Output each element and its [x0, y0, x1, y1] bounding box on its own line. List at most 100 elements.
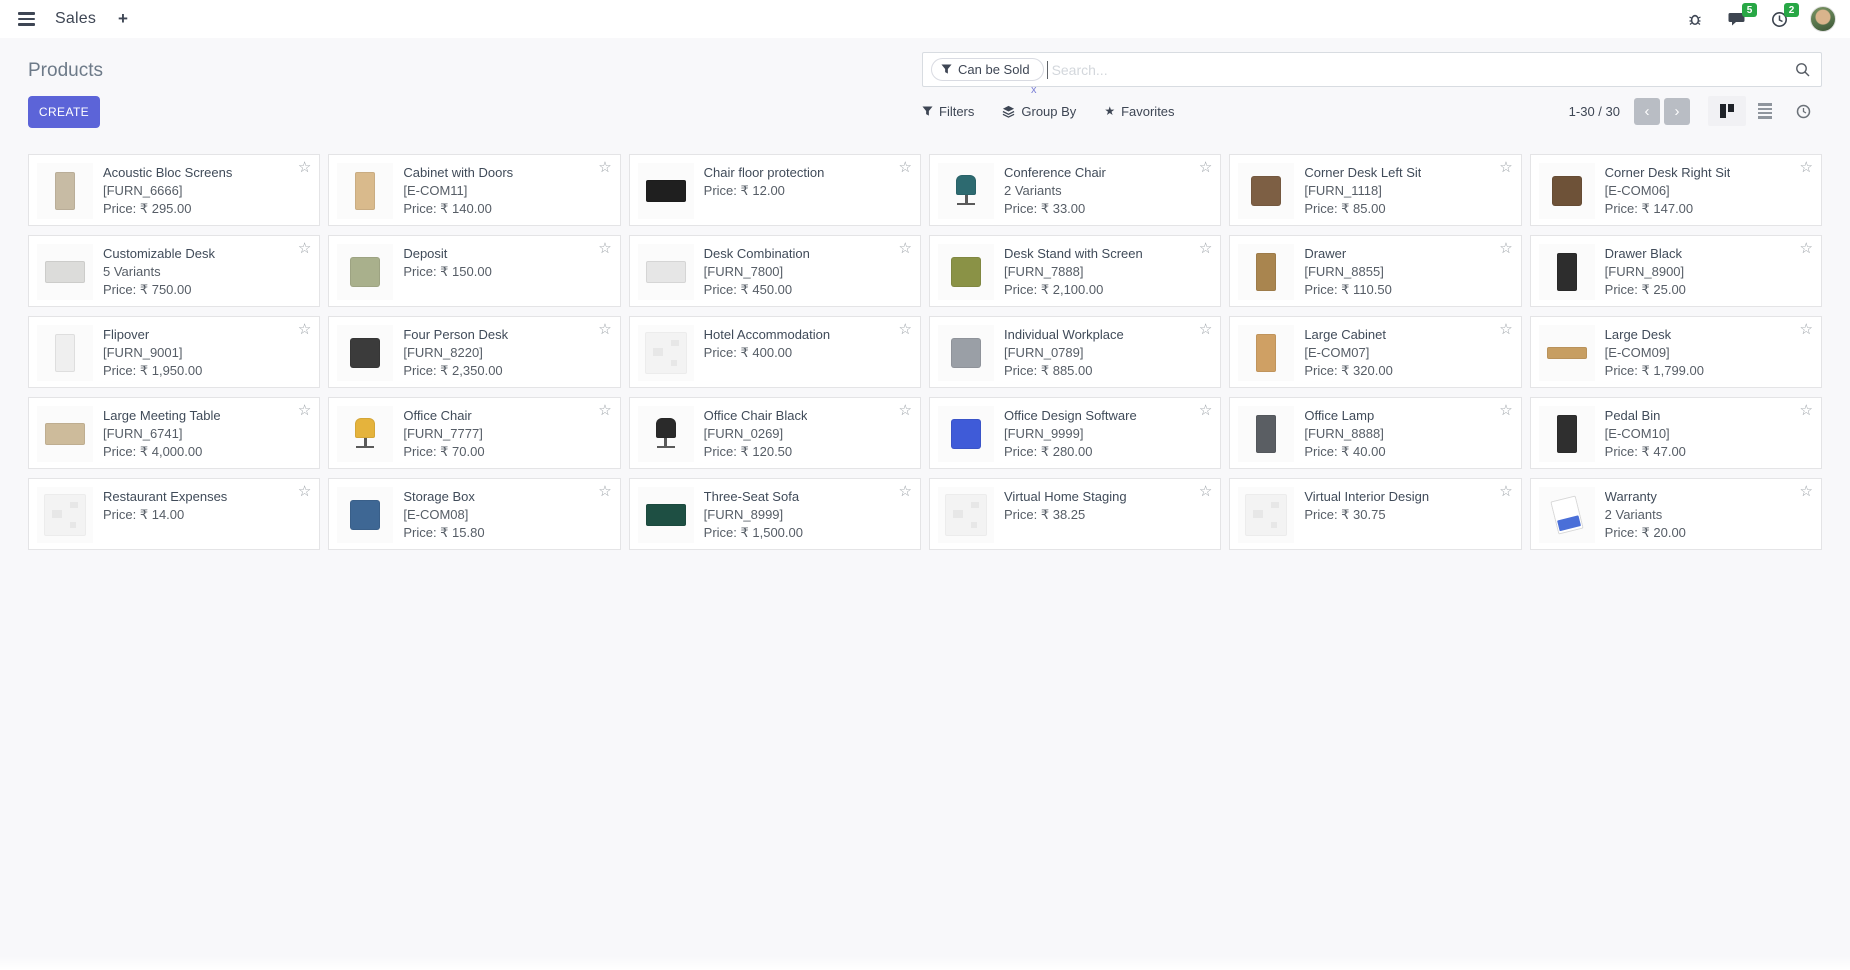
favorite-star-icon[interactable]: ☆ — [899, 484, 912, 499]
favorite-star-icon[interactable]: ☆ — [899, 241, 912, 256]
favorite-star-icon[interactable]: ☆ — [598, 241, 611, 256]
product-name[interactable]: Corner Desk Left Sit — [1304, 165, 1421, 180]
product-card[interactable]: Office Lamp [FURN_8888] Price: ₹ 40.00 ☆ — [1229, 397, 1521, 469]
product-card[interactable]: Four Person Desk [FURN_8220] Price: ₹ 2,… — [328, 316, 620, 388]
favorite-star-icon[interactable]: ☆ — [598, 160, 611, 175]
product-card[interactable]: Office Design Software [FURN_9999] Price… — [929, 397, 1221, 469]
kanban-view-button[interactable] — [1708, 96, 1746, 126]
messages-icon[interactable]: 5 — [1726, 8, 1748, 30]
product-name[interactable]: Office Chair Black — [704, 408, 808, 423]
product-card[interactable]: Hotel Accommodation Price: ₹ 400.00 ☆ — [629, 316, 921, 388]
debug-bug-icon[interactable] — [1684, 8, 1706, 30]
product-name[interactable]: Drawer Black — [1605, 246, 1686, 261]
app-name[interactable]: Sales — [55, 10, 96, 28]
product-card[interactable]: Chair floor protection Price: ₹ 12.00 ☆ — [629, 154, 921, 226]
favorite-star-icon[interactable]: ☆ — [1800, 160, 1813, 175]
search-facet-can-be-sold[interactable]: Can be Sold — [931, 58, 1044, 81]
favorite-star-icon[interactable]: ☆ — [598, 322, 611, 337]
product-card[interactable]: Corner Desk Left Sit [FURN_1118] Price: … — [1229, 154, 1521, 226]
product-name[interactable]: Cabinet with Doors — [403, 165, 513, 180]
favorite-star-icon[interactable]: ☆ — [1199, 322, 1212, 337]
filters-button[interactable]: Filters — [922, 104, 974, 119]
facet-remove-icon[interactable]: x — [1031, 85, 1037, 96]
product-name[interactable]: Corner Desk Right Sit — [1605, 165, 1731, 180]
product-name[interactable]: Chair floor protection — [704, 165, 825, 180]
search-icon[interactable] — [1795, 62, 1811, 78]
product-name[interactable]: Storage Box — [403, 489, 484, 504]
product-name[interactable]: Customizable Desk — [103, 246, 215, 261]
search-input[interactable]: Can be Sold Search... x — [922, 52, 1822, 87]
new-tab-button[interactable]: + — [112, 9, 134, 29]
activities-clock-icon[interactable]: 2 — [1768, 8, 1790, 30]
user-avatar[interactable] — [1810, 6, 1836, 32]
product-card[interactable]: Drawer Black [FURN_8900] Price: ₹ 25.00 … — [1530, 235, 1822, 307]
list-view-button[interactable] — [1746, 96, 1784, 126]
product-name[interactable]: Desk Stand with Screen — [1004, 246, 1143, 261]
product-name[interactable]: Large Cabinet — [1304, 327, 1393, 342]
favorite-star-icon[interactable]: ☆ — [1499, 403, 1512, 418]
create-button[interactable]: CREATE — [28, 96, 100, 128]
product-card[interactable]: Individual Workplace [FURN_0789] Price: … — [929, 316, 1221, 388]
favorite-star-icon[interactable]: ☆ — [1800, 322, 1813, 337]
favorites-button[interactable]: ★ Favorites — [1104, 104, 1174, 119]
product-card[interactable]: Customizable Desk 5 Variants Price: ₹ 75… — [28, 235, 320, 307]
favorite-star-icon[interactable]: ☆ — [298, 484, 311, 499]
product-card[interactable]: Large Meeting Table [FURN_6741] Price: ₹… — [28, 397, 320, 469]
product-card[interactable]: Acoustic Bloc Screens [FURN_6666] Price:… — [28, 154, 320, 226]
favorite-star-icon[interactable]: ☆ — [298, 403, 311, 418]
product-name[interactable]: Conference Chair — [1004, 165, 1106, 180]
product-name[interactable]: Hotel Accommodation — [704, 327, 830, 342]
favorite-star-icon[interactable]: ☆ — [899, 403, 912, 418]
product-name[interactable]: Office Lamp — [1304, 408, 1385, 423]
product-card[interactable]: Flipover [FURN_9001] Price: ₹ 1,950.00 ☆ — [28, 316, 320, 388]
product-name[interactable]: Virtual Home Staging — [1004, 489, 1127, 504]
product-card[interactable]: Corner Desk Right Sit [E-COM06] Price: ₹… — [1530, 154, 1822, 226]
favorite-star-icon[interactable]: ☆ — [899, 322, 912, 337]
product-name[interactable]: Three-Seat Sofa — [704, 489, 803, 504]
product-name[interactable]: Drawer — [1304, 246, 1392, 261]
favorite-star-icon[interactable]: ☆ — [1199, 403, 1212, 418]
favorite-star-icon[interactable]: ☆ — [598, 484, 611, 499]
product-name[interactable]: Large Desk — [1605, 327, 1704, 342]
product-name[interactable]: Flipover — [103, 327, 202, 342]
product-name[interactable]: Individual Workplace — [1004, 327, 1124, 342]
product-card[interactable]: Virtual Home Staging Price: ₹ 38.25 ☆ — [929, 478, 1221, 550]
favorite-star-icon[interactable]: ☆ — [298, 160, 311, 175]
favorite-star-icon[interactable]: ☆ — [1499, 484, 1512, 499]
product-card[interactable]: Deposit Price: ₹ 150.00 ☆ — [328, 235, 620, 307]
product-name[interactable]: Large Meeting Table — [103, 408, 221, 423]
product-name[interactable]: Four Person Desk — [403, 327, 508, 342]
favorite-star-icon[interactable]: ☆ — [1199, 484, 1212, 499]
product-name[interactable]: Acoustic Bloc Screens — [103, 165, 232, 180]
product-card[interactable]: Large Desk [E-COM09] Price: ₹ 1,799.00 ☆ — [1530, 316, 1822, 388]
favorite-star-icon[interactable]: ☆ — [1800, 484, 1813, 499]
favorite-star-icon[interactable]: ☆ — [1499, 322, 1512, 337]
favorite-star-icon[interactable]: ☆ — [899, 160, 912, 175]
favorite-star-icon[interactable]: ☆ — [1800, 241, 1813, 256]
favorite-star-icon[interactable]: ☆ — [298, 241, 311, 256]
product-card[interactable]: Large Cabinet [E-COM07] Price: ₹ 320.00 … — [1229, 316, 1521, 388]
product-card[interactable]: Desk Stand with Screen [FURN_7888] Price… — [929, 235, 1221, 307]
product-name[interactable]: Warranty — [1605, 489, 1686, 504]
favorite-star-icon[interactable]: ☆ — [1499, 160, 1512, 175]
favorite-star-icon[interactable]: ☆ — [1199, 241, 1212, 256]
product-card[interactable]: Virtual Interior Design Price: ₹ 30.75 ☆ — [1229, 478, 1521, 550]
product-card[interactable]: Cabinet with Doors [E-COM11] Price: ₹ 14… — [328, 154, 620, 226]
product-name[interactable]: Desk Combination — [704, 246, 810, 261]
activity-view-button[interactable] — [1784, 96, 1822, 126]
favorite-star-icon[interactable]: ☆ — [298, 322, 311, 337]
product-card[interactable]: Pedal Bin [E-COM10] Price: ₹ 47.00 ☆ — [1530, 397, 1822, 469]
group-by-button[interactable]: Group By — [1002, 104, 1076, 119]
product-name[interactable]: Virtual Interior Design — [1304, 489, 1429, 504]
pager-previous-button[interactable]: ‹ — [1634, 98, 1660, 125]
favorite-star-icon[interactable]: ☆ — [598, 403, 611, 418]
product-card[interactable]: Drawer [FURN_8855] Price: ₹ 110.50 ☆ — [1229, 235, 1521, 307]
favorite-star-icon[interactable]: ☆ — [1800, 403, 1813, 418]
product-card[interactable]: Restaurant Expenses Price: ₹ 14.00 ☆ — [28, 478, 320, 550]
product-card[interactable]: Three-Seat Sofa [FURN_8999] Price: ₹ 1,5… — [629, 478, 921, 550]
product-name[interactable]: Restaurant Expenses — [103, 489, 227, 504]
product-card[interactable]: Storage Box [E-COM08] Price: ₹ 15.80 ☆ — [328, 478, 620, 550]
product-card[interactable]: Warranty 2 Variants Price: ₹ 20.00 ☆ — [1530, 478, 1822, 550]
apps-menu-icon[interactable] — [14, 8, 39, 30]
product-name[interactable]: Office Design Software — [1004, 408, 1137, 423]
